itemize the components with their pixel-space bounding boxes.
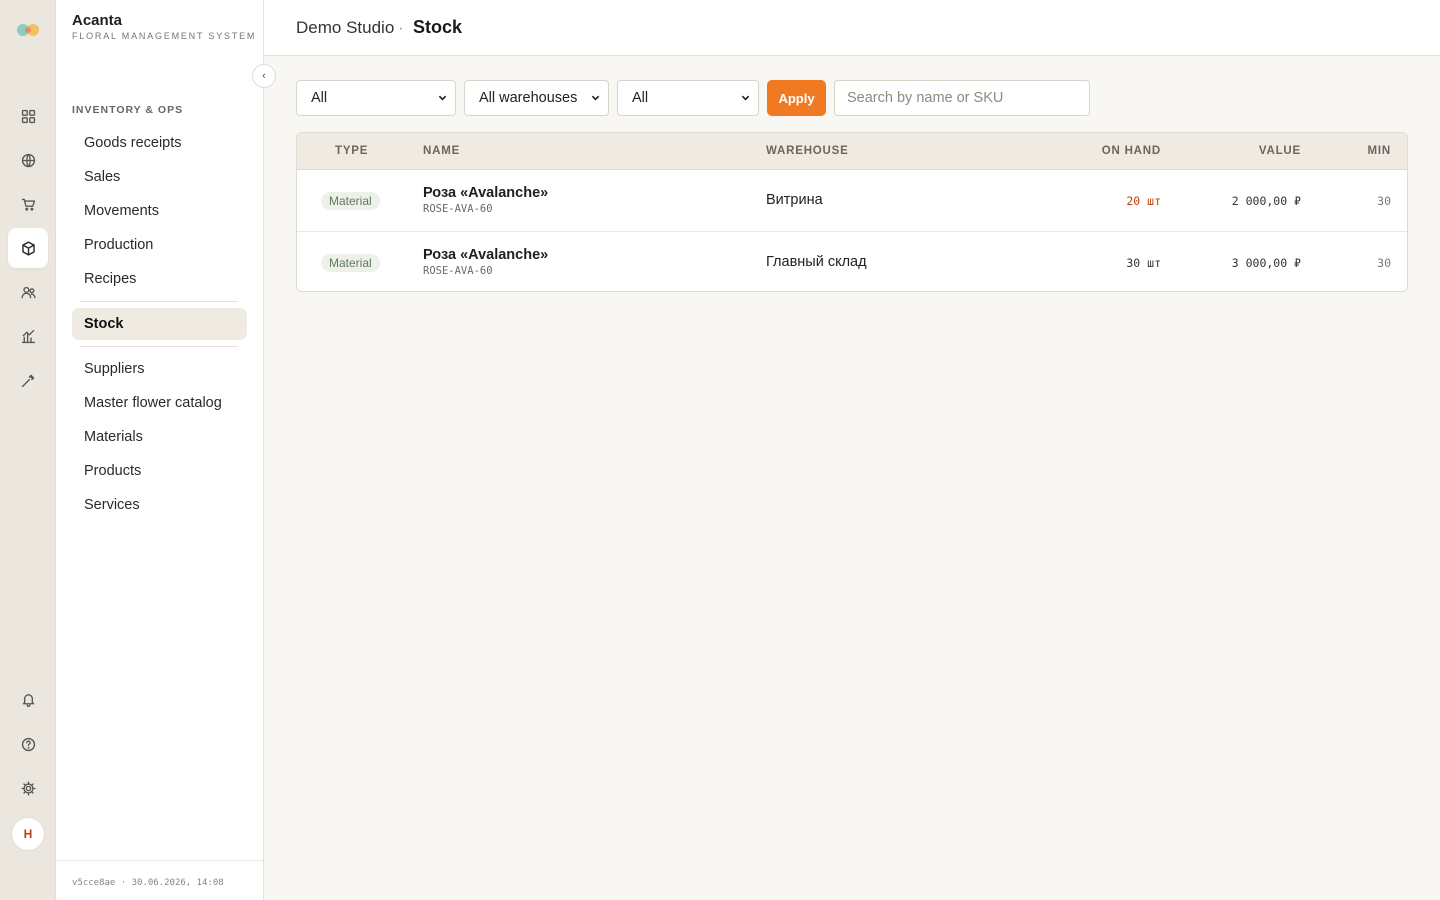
type-filter-value: All	[311, 90, 328, 106]
column-header-name[interactable]: NAME	[423, 145, 460, 157]
table-header: TYPE NAME WAREHOUSE ON HAND VALUE MIN	[297, 133, 1407, 170]
table-row[interactable]: Material Роза «Avalanche» ROSE-AVA-60 Гл…	[297, 231, 1407, 291]
brand-subtitle: FLORAL MANAGEMENT SYSTEM	[72, 31, 257, 41]
sidebar-item-movements[interactable]: Movements	[72, 195, 247, 227]
warehouse-filter-select[interactable]: All warehouses	[464, 80, 609, 116]
min-cell: 30	[1377, 256, 1391, 270]
avatar[interactable]: H	[11, 817, 45, 851]
users-icon[interactable]	[8, 272, 48, 312]
gear-icon[interactable]	[8, 768, 48, 808]
status-filter-select[interactable]: All	[617, 80, 759, 116]
column-header-on-hand[interactable]: ON HAND	[1102, 145, 1161, 157]
on-hand-cell: 20 шт	[1126, 194, 1161, 208]
icon-rail: H	[0, 0, 56, 900]
brand-name: Acanta	[72, 12, 123, 29]
column-header-value[interactable]: VALUE	[1259, 145, 1301, 157]
search-input[interactable]	[834, 80, 1090, 116]
sidebar-item-services[interactable]: Services	[72, 489, 247, 521]
section-title: INVENTORY & OPS	[72, 104, 184, 116]
help-icon[interactable]	[8, 724, 48, 764]
page-title: Stock	[413, 17, 463, 37]
version-info: v5cce8ae · 30.06.2026, 14:08	[72, 878, 224, 888]
bell-icon[interactable]	[8, 679, 48, 719]
globe-icon[interactable]	[8, 140, 48, 180]
collapse-sidebar-button[interactable]: ‹	[252, 64, 276, 88]
chevron-left-icon: ‹	[262, 70, 266, 82]
on-hand-cell: 30 шт	[1126, 256, 1161, 270]
warehouse-cell: Витрина	[766, 192, 823, 208]
type-badge: Material	[321, 192, 380, 210]
column-header-warehouse[interactable]: WAREHOUSE	[766, 145, 849, 157]
item-name[interactable]: Роза «Avalanche»	[423, 247, 548, 263]
type-filter-select[interactable]: All	[296, 80, 456, 116]
dashboard-icon[interactable]	[8, 96, 48, 136]
sidebar-item-stock[interactable]: Stock	[72, 308, 247, 340]
table-row[interactable]: Material Роза «Avalanche» ROSE-AVA-60 Ви…	[297, 170, 1407, 231]
page-header: Demo Studio · Stock	[264, 0, 1440, 56]
nav-divider	[80, 301, 238, 302]
column-header-type[interactable]: TYPE	[335, 145, 368, 157]
column-header-min[interactable]: MIN	[1368, 145, 1391, 157]
sidebar-item-products[interactable]: Products	[72, 455, 247, 487]
status-filter-value: All	[632, 90, 649, 106]
sidebar-item-master-flower-catalog[interactable]: Master flower catalog	[72, 387, 247, 419]
value-cell: 3 000,00 ₽	[1231, 256, 1301, 270]
sidebar-item-recipes[interactable]: Recipes	[72, 263, 247, 295]
sidebar-item-production[interactable]: Production	[72, 229, 247, 261]
tools-icon[interactable]	[8, 360, 48, 400]
breadcrumb-separator: ·	[398, 18, 404, 37]
item-sku: ROSE-AVA-60	[423, 203, 493, 215]
stock-table: TYPE NAME WAREHOUSE ON HAND VALUE MIN Ma…	[296, 132, 1408, 292]
sidebar-item-suppliers[interactable]: Suppliers	[72, 353, 247, 385]
sidebar-item-materials[interactable]: Materials	[72, 421, 247, 453]
chevron-down-icon	[741, 95, 750, 101]
type-badge: Material	[321, 254, 380, 272]
sidebar-footer: v5cce8ae · 30.06.2026, 14:08	[56, 860, 263, 900]
min-cell: 30	[1377, 194, 1391, 208]
logo-icon[interactable]	[14, 20, 42, 40]
cart-icon[interactable]	[8, 184, 48, 224]
apply-button[interactable]: Apply	[767, 80, 826, 116]
sidebar-item-goods-receipts[interactable]: Goods receipts	[72, 127, 247, 159]
sidebar-item-sales[interactable]: Sales	[72, 161, 247, 193]
warehouse-filter-value: All warehouses	[479, 90, 578, 106]
sidebar: Acanta FLORAL MANAGEMENT SYSTEM ‹ INVENT…	[56, 0, 276, 900]
chart-icon[interactable]	[8, 316, 48, 356]
warehouse-cell: Главный склад	[766, 254, 867, 270]
item-name[interactable]: Роза «Avalanche»	[423, 185, 548, 201]
value-cell: 2 000,00 ₽	[1231, 194, 1301, 208]
breadcrumb-org[interactable]: Demo Studio	[296, 18, 394, 38]
box-icon[interactable]	[8, 228, 48, 268]
chevron-down-icon	[591, 95, 600, 101]
item-sku: ROSE-AVA-60	[423, 265, 493, 277]
nav-divider	[80, 346, 238, 347]
chevron-down-icon	[438, 95, 447, 101]
